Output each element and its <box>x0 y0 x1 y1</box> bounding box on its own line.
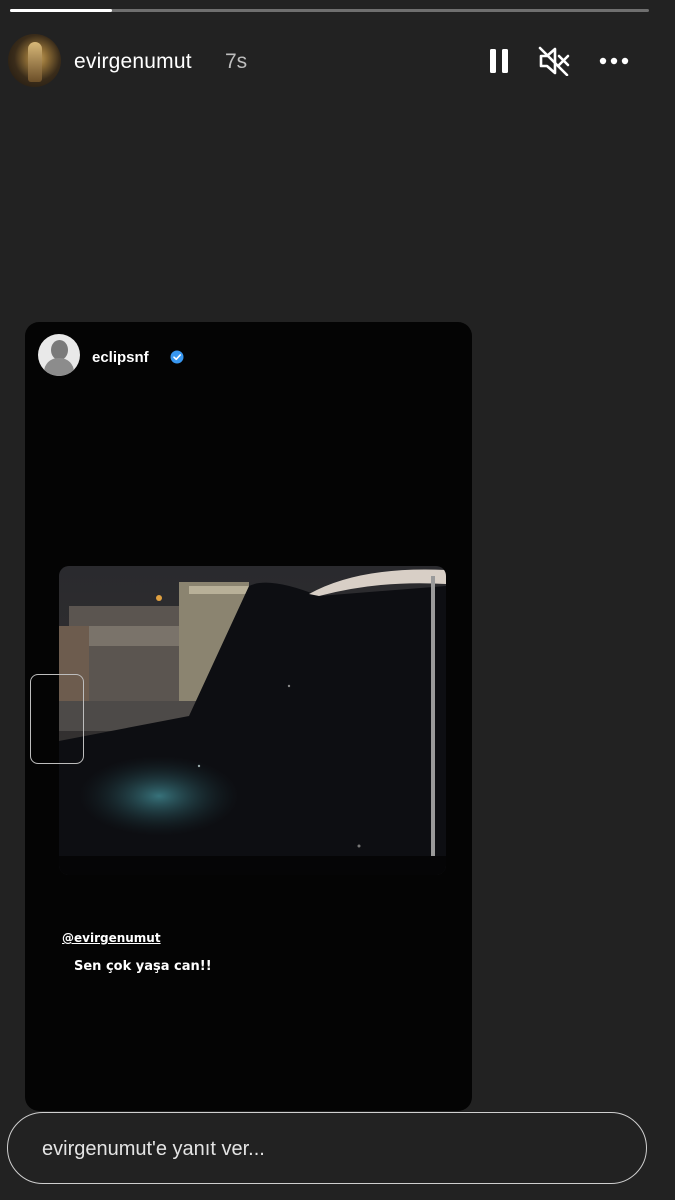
muted-speaker-icon <box>538 46 570 76</box>
verified-badge-icon <box>170 350 184 364</box>
reply-input[interactable]: evirgenumut'e yanıt ver... <box>7 1112 647 1184</box>
shared-video[interactable] <box>59 566 446 875</box>
story-progress-fill <box>10 9 113 12</box>
mention-tag[interactable]: @evirgenumut <box>62 931 161 945</box>
story-viewer: evirgenumut 7s eclipsnf @evirgenumut Sen… <box>0 0 675 1200</box>
more-options-button[interactable] <box>598 45 630 77</box>
shared-post-avatar[interactable] <box>38 334 80 376</box>
story-caption: Sen çok yaşa can!! <box>74 959 212 974</box>
avatar[interactable] <box>8 34 61 87</box>
reply-placeholder: evirgenumut'e yanıt ver... <box>42 1138 265 1160</box>
story-timestamp: 7s <box>225 50 248 73</box>
pause-button[interactable] <box>483 45 515 77</box>
story-progress-bar <box>10 9 649 12</box>
video-scene-image <box>59 566 446 875</box>
story-username[interactable]: evirgenumut <box>74 50 192 74</box>
story-header: evirgenumut 7s <box>0 30 675 92</box>
more-options-icon <box>599 57 629 65</box>
mute-button[interactable] <box>538 45 570 77</box>
sticker-frame[interactable] <box>30 674 84 764</box>
shared-post-username[interactable]: eclipsnf <box>92 349 149 366</box>
shared-story-card[interactable]: eclipsnf @evirgenumut Sen çok yaşa can!! <box>25 322 472 1111</box>
pause-icon <box>490 49 508 73</box>
